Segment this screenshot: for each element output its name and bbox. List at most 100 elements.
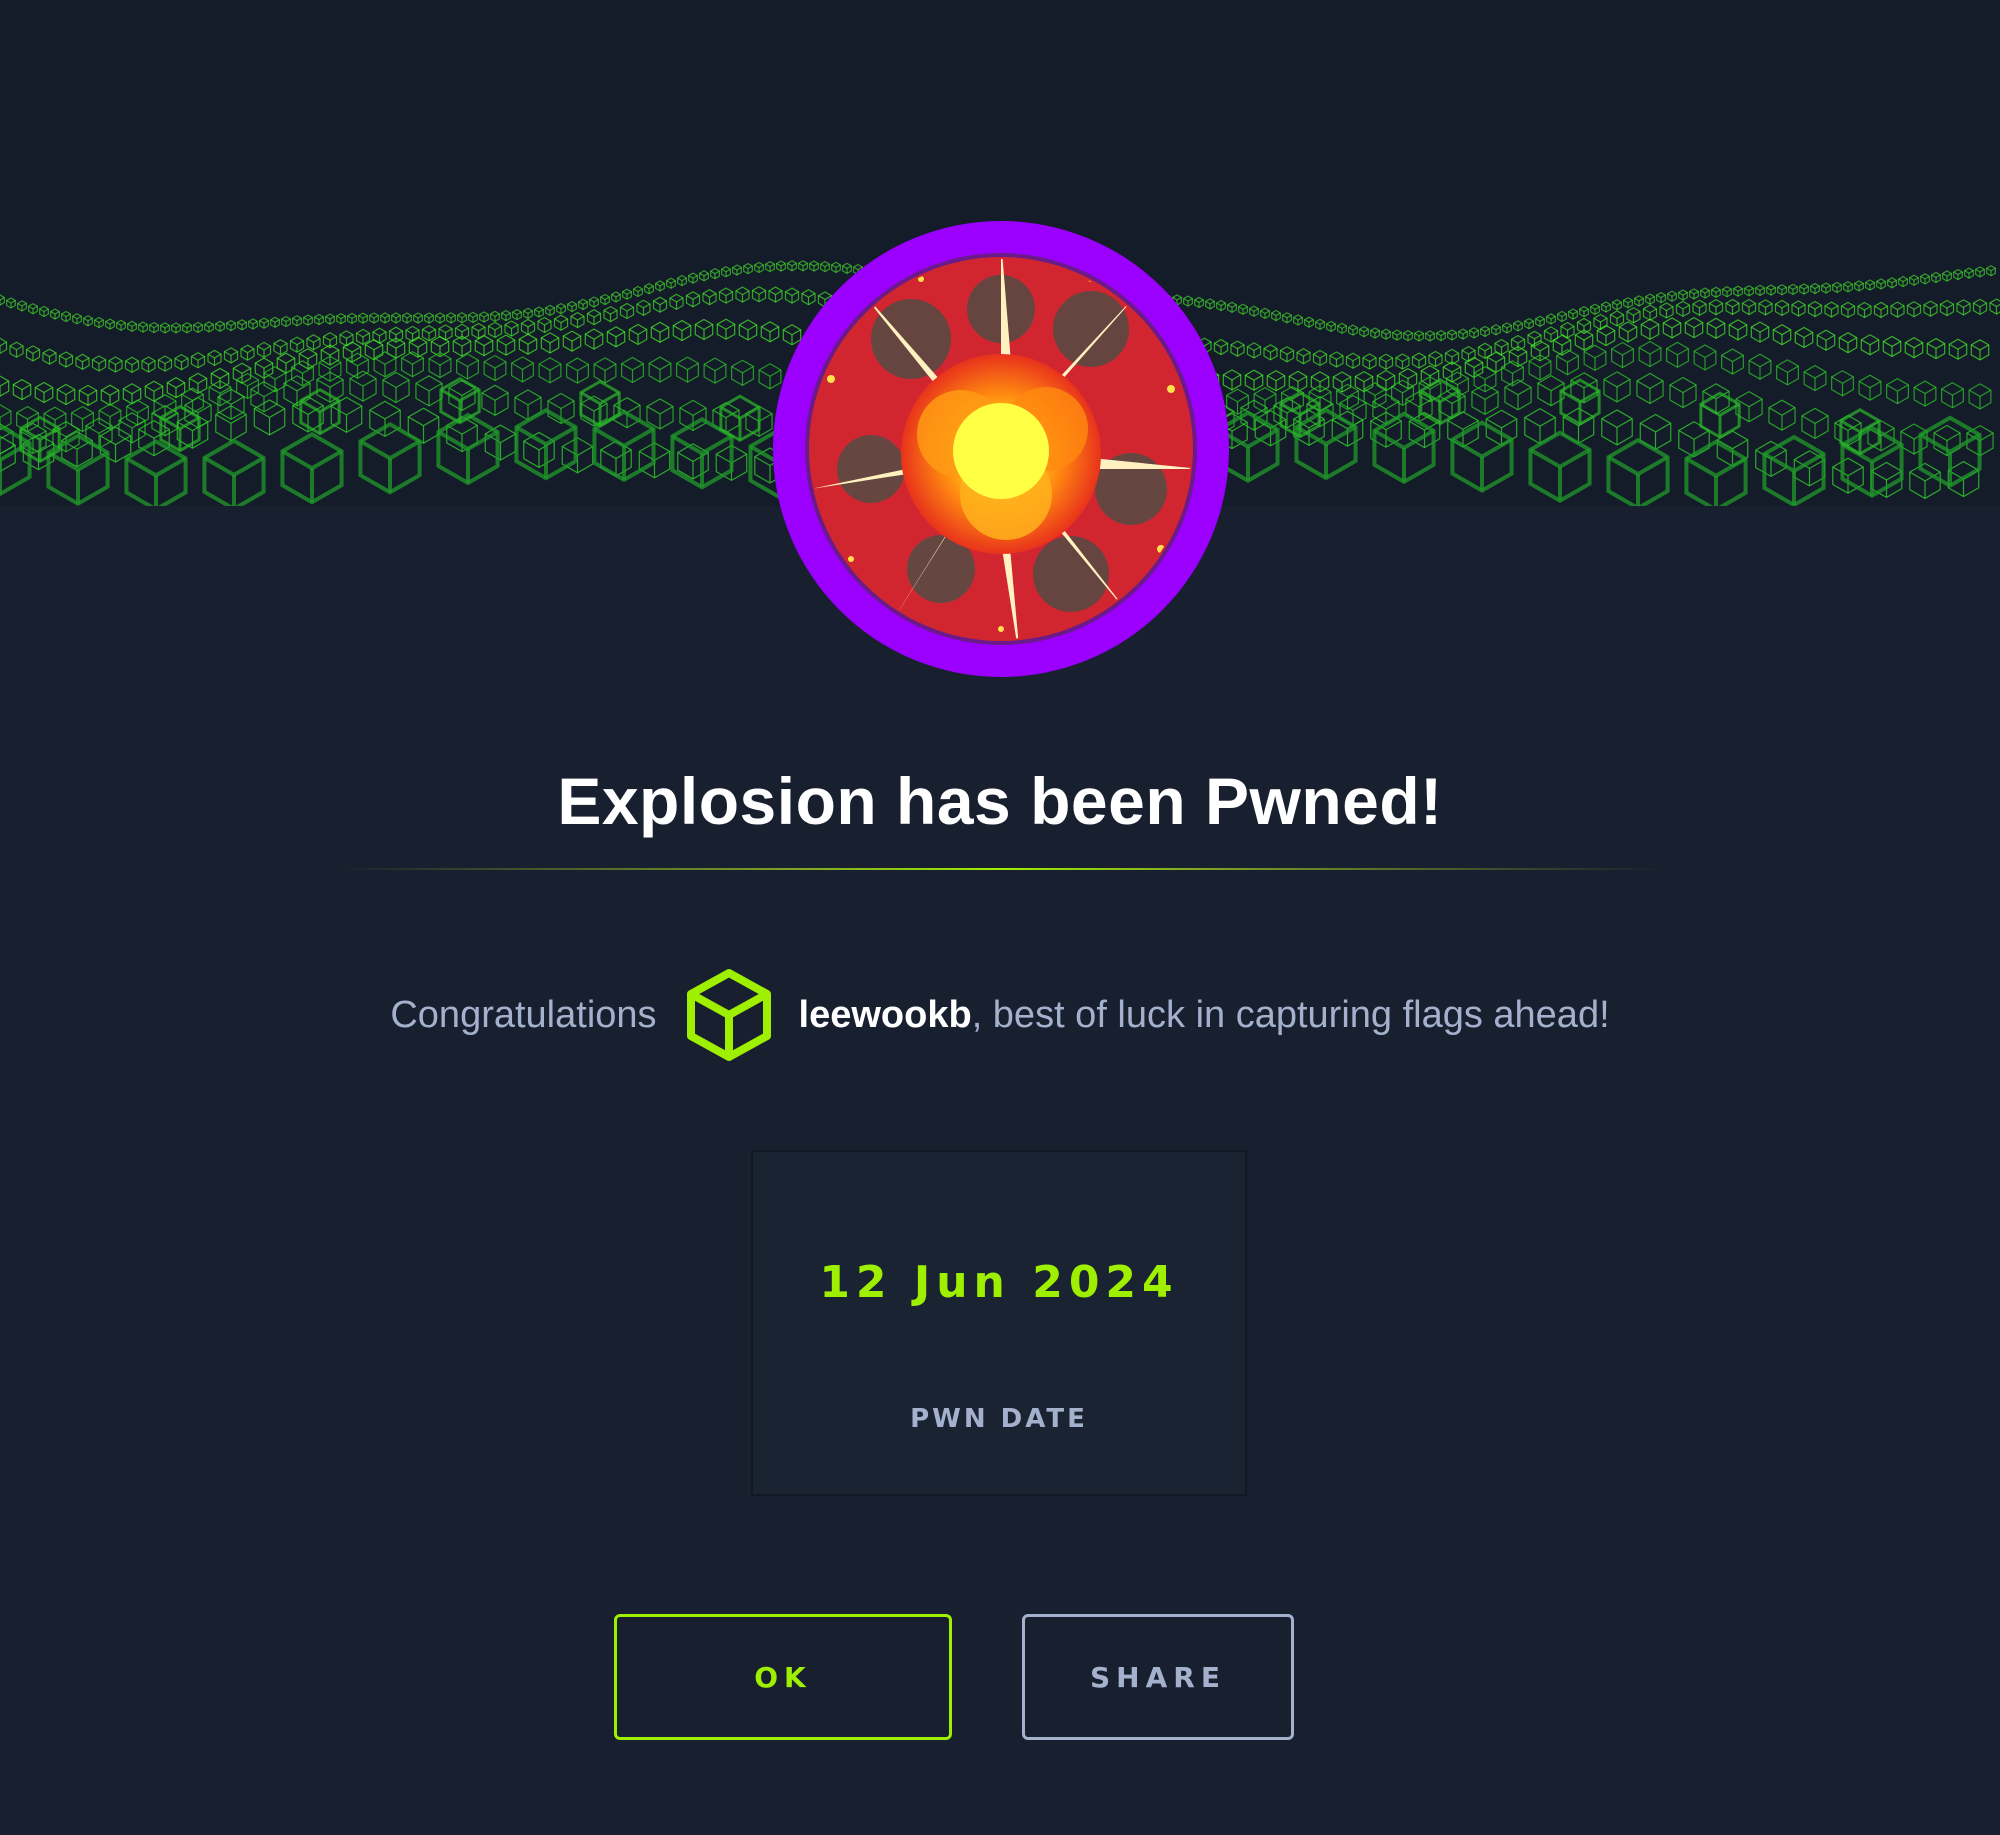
banner-cube [1777, 284, 1787, 296]
banner-cube [34, 381, 54, 404]
pwn-date-value: 12 Jun 2024 [819, 1257, 1179, 1308]
banner-cube [1282, 312, 1292, 324]
banner-cube [501, 309, 511, 322]
banner-cube [677, 274, 687, 287]
banner-cube [1776, 359, 1799, 386]
banner-cube [347, 312, 357, 325]
banner-cube [636, 299, 651, 316]
banner-cube [306, 334, 321, 351]
banner-cube [298, 348, 318, 370]
banner-cube [512, 308, 522, 321]
banner-cube [358, 421, 422, 495]
banner-cube [1329, 351, 1344, 368]
banner-cube [1395, 353, 1410, 370]
username[interactable]: leewookb [799, 994, 972, 1037]
banner-cube [562, 330, 582, 352]
banner-cube [621, 356, 644, 384]
banner-cube [1989, 298, 2000, 315]
banner-cube [369, 312, 379, 324]
banner-cube [273, 339, 288, 356]
banner-cube [1840, 425, 1904, 499]
banner-cube [1636, 372, 1664, 405]
banner-cube [611, 291, 621, 303]
banner-cube [1645, 293, 1655, 305]
banner-cube [83, 315, 93, 327]
banner-cube [1513, 320, 1523, 332]
banner-cube [1762, 434, 1826, 506]
banner-cube [1411, 352, 1427, 369]
banner-cube [0, 375, 10, 397]
banner-cube [1675, 300, 1691, 318]
banner-cube [364, 339, 384, 361]
banner-cube [405, 325, 420, 343]
banner-cube [160, 322, 170, 334]
banner-cube [454, 323, 470, 340]
banner-cube [25, 345, 41, 362]
banner-cube [567, 300, 577, 313]
banner-cube [28, 303, 38, 315]
banner-cube [408, 336, 428, 358]
banner-cube [1920, 273, 1930, 285]
banner-cube [342, 341, 362, 363]
banner-cube [619, 302, 635, 320]
banner-cube [600, 293, 610, 306]
banner-cube [655, 280, 665, 292]
banner-cube [1678, 289, 1688, 301]
banner-cube [1721, 348, 1744, 375]
banner-cube [1669, 376, 1697, 409]
modal-title: Explosion has been Pwned! [557, 764, 1443, 838]
hackthebox-cube-icon [686, 969, 771, 1061]
banner-cube [1398, 367, 1418, 390]
banner-cube [141, 356, 156, 373]
banner-cube [1975, 266, 1985, 278]
banner-cube [435, 312, 445, 324]
banner-cube [314, 313, 324, 326]
banner-cube [484, 424, 517, 461]
banner-cube [520, 318, 536, 336]
banner-cube [578, 298, 588, 311]
congrats-line: Congratulations leewookb , best of luck … [0, 960, 2000, 1070]
banner-cube [566, 357, 589, 384]
banner-cube [424, 312, 434, 324]
banner-cube [1312, 349, 1328, 367]
banner-cube [358, 312, 368, 324]
banner-cube [586, 309, 602, 326]
banner-cube [17, 300, 27, 312]
ok-button[interactable]: OK [614, 1614, 952, 1740]
banner-cube [0, 294, 5, 306]
banner-cube [1378, 353, 1394, 370]
banner-cube [1230, 340, 1245, 357]
banner-cube [633, 285, 643, 298]
banner-cube [223, 347, 239, 364]
banner-cube [479, 311, 489, 323]
share-button[interactable]: SHARE [1022, 1614, 1294, 1740]
banner-cube [652, 296, 668, 313]
banner-cube [1244, 369, 1264, 391]
banner-cube [1774, 299, 1790, 317]
banner-cube [1722, 286, 1732, 298]
banner-cube [1857, 301, 1872, 319]
banner-cube [751, 286, 767, 303]
banner-cube [1900, 423, 1928, 455]
banner-cube [1296, 347, 1311, 365]
banner-cube [1559, 378, 1601, 426]
banner-cube [72, 313, 82, 325]
banner-cube [468, 311, 478, 324]
banner-cube [545, 304, 555, 317]
banner-cube [1968, 383, 1992, 410]
banner-cube [1838, 331, 1858, 354]
banner-cube [1821, 282, 1831, 294]
banner-cube [1583, 344, 1607, 372]
banner-cube [584, 328, 604, 350]
banner-cube [1266, 370, 1286, 392]
banner-cube [537, 316, 552, 334]
banner-cube [1886, 377, 1909, 405]
banner-cube [644, 283, 654, 295]
banner-cube [1461, 345, 1476, 363]
banner-cube [250, 381, 278, 413]
banner-cube [1667, 290, 1677, 302]
banner-cube [1480, 325, 1490, 338]
banner-cube [1543, 326, 1559, 343]
banner-cube [1904, 336, 1924, 359]
banner-cube [171, 322, 181, 334]
